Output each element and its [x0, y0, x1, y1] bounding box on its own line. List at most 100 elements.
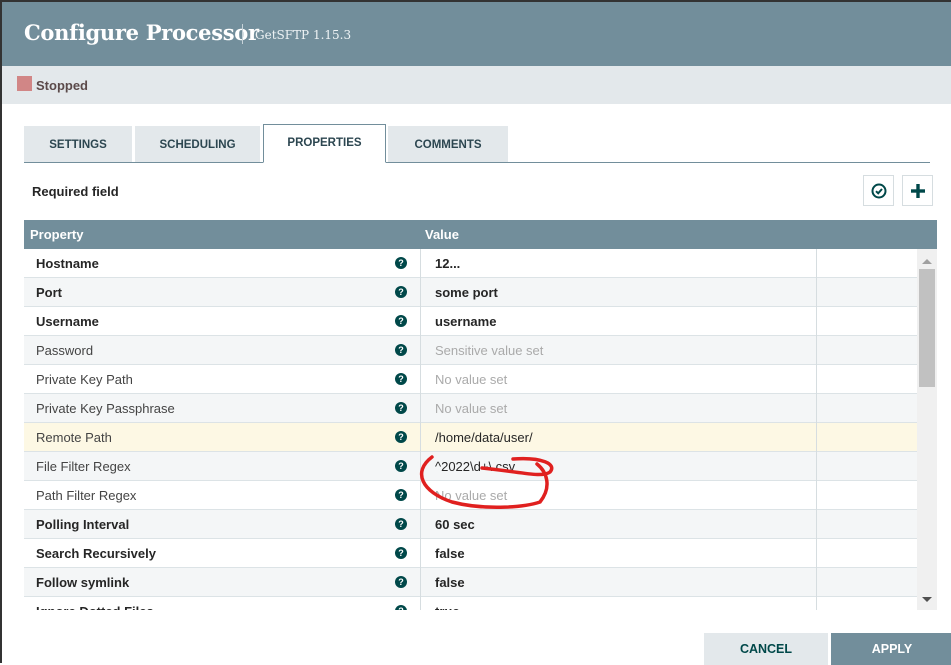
property-value[interactable]: No value set [435, 372, 507, 387]
property-value[interactable]: No value set [435, 488, 507, 503]
property-value[interactable]: 12... [435, 256, 460, 271]
column-divider [816, 249, 817, 278]
column-divider [420, 597, 421, 610]
property-value[interactable]: 60 sec [435, 517, 475, 532]
property-name: Remote Path [36, 430, 112, 445]
properties-table: Property Value Hostname? 12... Port? some p… [24, 220, 937, 610]
column-divider [816, 568, 817, 597]
property-name: Private Key Passphrase [36, 401, 175, 416]
table-row[interactable]: Search Recursively? false [24, 539, 917, 568]
help-icon[interactable]: ? [395, 344, 407, 356]
property-name: Username [36, 314, 99, 329]
table-row[interactable]: Ignore Dotted Files? true [24, 597, 917, 610]
help-icon[interactable]: ? [395, 460, 407, 472]
property-value[interactable]: true [435, 604, 460, 610]
status-bar: Stopped [2, 66, 951, 104]
property-value[interactable]: username [435, 314, 496, 329]
add-property-button[interactable] [902, 175, 933, 206]
property-value[interactable]: false [435, 575, 465, 590]
column-header-property: Property [30, 227, 84, 242]
help-icon[interactable]: ? [395, 286, 407, 298]
tab-comments[interactable]: COMMENTS [388, 126, 508, 162]
table-row[interactable]: Path Filter Regex? No value set [24, 481, 917, 510]
column-divider [420, 539, 421, 568]
column-divider [816, 481, 817, 510]
tab-properties[interactable]: PROPERTIES [263, 124, 386, 163]
help-icon[interactable]: ? [395, 489, 407, 501]
table-header: Property Value [24, 220, 937, 249]
property-name: Private Key Path [36, 372, 133, 387]
processor-type: GetSFTP 1.15.3 [255, 28, 352, 42]
help-icon[interactable]: ? [395, 402, 407, 414]
table-row[interactable]: Username? username [24, 307, 917, 336]
column-divider [420, 365, 421, 394]
column-divider [420, 568, 421, 597]
tab-bar: SETTINGS SCHEDULING PROPERTIES COMMENTS [24, 124, 930, 163]
column-divider [816, 539, 817, 568]
property-value[interactable]: ^2022\d+\.csv [435, 459, 515, 474]
help-icon[interactable]: ? [395, 547, 407, 559]
title-separator [242, 24, 243, 44]
property-name: Polling Interval [36, 517, 130, 532]
cancel-button[interactable]: CANCEL [704, 633, 828, 665]
table-body: Hostname? 12... Port? some port Username? use… [24, 249, 917, 610]
property-name: Password [36, 343, 94, 358]
table-row[interactable]: Port? some port [24, 278, 917, 307]
table-row[interactable]: Follow symlink? false [24, 568, 917, 597]
check-circle-icon [871, 183, 886, 198]
table-row[interactable]: Password? Sensitive value set [24, 336, 917, 365]
property-name: Path Filter Regex [36, 488, 137, 503]
tab-settings[interactable]: SETTINGS [24, 126, 132, 162]
column-divider [420, 307, 421, 336]
column-divider [420, 423, 421, 452]
column-divider [420, 510, 421, 539]
apply-button[interactable]: APPLY [831, 633, 951, 665]
property-value[interactable]: Sensitive value set [435, 343, 543, 358]
table-row[interactable]: Private Key Passphrase? No value set [24, 394, 917, 423]
column-divider [420, 336, 421, 365]
property-value[interactable]: No value set [435, 401, 507, 416]
column-divider [420, 278, 421, 307]
property-name: Search Recursively [36, 546, 156, 561]
column-divider [816, 307, 817, 336]
column-divider [420, 452, 421, 481]
property-name: File Filter Regex [36, 459, 131, 474]
column-divider [816, 423, 817, 452]
verify-properties-button[interactable] [863, 175, 894, 206]
property-value[interactable]: /home/data/user/ [435, 430, 533, 445]
property-name: Hostname [36, 256, 99, 271]
column-divider [816, 394, 817, 423]
scroll-down-icon[interactable] [922, 597, 932, 602]
column-header-value: Value [425, 227, 459, 242]
table-row[interactable]: File Filter Regex? ^2022\d+\.csv [24, 452, 917, 481]
property-name: Follow symlink [36, 575, 130, 590]
property-name: Port [36, 285, 62, 300]
help-icon[interactable]: ? [395, 315, 407, 327]
column-divider [420, 481, 421, 510]
column-divider [816, 597, 817, 610]
column-divider [816, 336, 817, 365]
table-row[interactable]: Hostname? 12... [24, 249, 917, 278]
property-name: Ignore Dotted Files [36, 604, 154, 610]
column-divider [816, 510, 817, 539]
help-icon[interactable]: ? [395, 605, 407, 610]
table-row[interactable]: Private Key Path? No value set [24, 365, 917, 394]
scroll-thumb[interactable] [919, 269, 935, 387]
help-icon[interactable]: ? [395, 373, 407, 385]
table-row[interactable]: Polling Interval? 60 sec [24, 510, 917, 539]
column-divider [420, 394, 421, 423]
tab-scheduling[interactable]: SCHEDULING [135, 126, 260, 162]
column-divider [816, 365, 817, 394]
scroll-up-icon[interactable] [922, 259, 932, 264]
help-icon[interactable]: ? [395, 576, 407, 588]
dialog-header: Configure Processor GetSFTP 1.15.3 [2, 2, 951, 66]
property-value[interactable]: false [435, 546, 465, 561]
vertical-scrollbar[interactable] [917, 249, 937, 610]
help-icon[interactable]: ? [395, 431, 407, 443]
help-icon[interactable]: ? [395, 518, 407, 530]
table-row[interactable]: Remote Path? /home/data/user/ [24, 423, 917, 452]
help-icon[interactable]: ? [395, 257, 407, 269]
property-value[interactable]: some port [435, 285, 498, 300]
column-divider [816, 452, 817, 481]
column-divider [420, 249, 421, 278]
